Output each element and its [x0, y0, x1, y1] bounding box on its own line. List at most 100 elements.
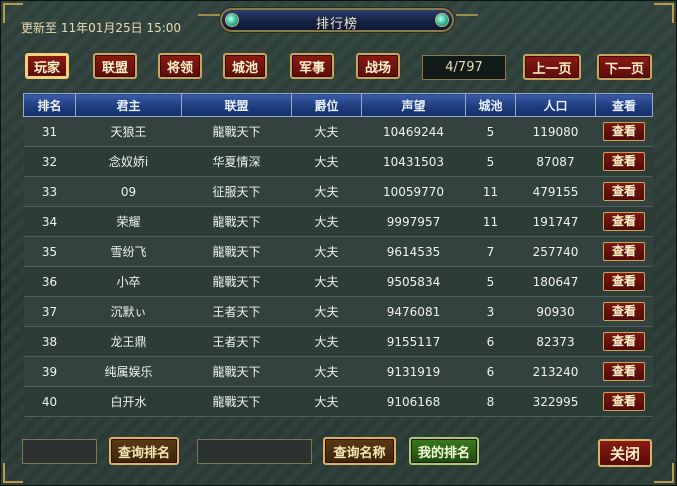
population-cell: 257740 — [515, 236, 596, 267]
title-ornament-right — [456, 14, 478, 16]
tab-players[interactable]: 玩家 — [25, 53, 69, 79]
prestige-cell: 10059770 — [361, 176, 466, 207]
view-button[interactable]: 查看 — [603, 182, 645, 201]
rank-cell: 36 — [23, 266, 76, 297]
rank-cell: 34 — [23, 206, 76, 237]
query-name-button[interactable]: 查询名称 — [323, 437, 396, 465]
corner-ornament — [654, 3, 674, 23]
col-header-title: 爵位 — [291, 93, 362, 117]
cities-cell: 6 — [465, 326, 516, 357]
col-header-population: 人口 — [515, 93, 596, 117]
lord-cell: 纯属娱乐 — [75, 356, 182, 387]
view-button[interactable]: 查看 — [603, 152, 645, 171]
rank-cell: 31 — [23, 116, 76, 147]
col-header-alliance: 联盟 — [181, 93, 292, 117]
view-cell: 查看 — [595, 176, 653, 207]
view-button[interactable]: 查看 — [603, 272, 645, 291]
table-row: 31 天狼王 龍戰天下 大夫 10469244 5 119080 查看 — [23, 116, 653, 147]
alliance-cell: 龍戰天下 — [181, 386, 292, 417]
view-button[interactable]: 查看 — [603, 212, 645, 231]
table-row: 36 小卒 龍戰天下 大夫 9505834 5 180647 查看 — [23, 266, 653, 297]
window-title: 排行榜 — [315, 17, 358, 32]
title-bar: 排行榜 — [220, 8, 454, 32]
table-row: 33 09 征服天下 大夫 10059770 11 479155 查看 — [23, 176, 653, 207]
page-indicator: 4/797 — [422, 55, 506, 80]
alliance-cell: 王者天下 — [181, 296, 292, 327]
name-search-input[interactable] — [197, 439, 312, 464]
view-button[interactable]: 查看 — [603, 332, 645, 351]
title-cell: 大夫 — [291, 176, 362, 207]
tab-alliances[interactable]: 联盟 — [93, 53, 137, 79]
title-cell: 大夫 — [291, 326, 362, 357]
alliance-cell: 王者天下 — [181, 326, 292, 357]
cities-cell: 11 — [465, 206, 516, 237]
cities-cell: 5 — [465, 116, 516, 147]
rank-cell: 38 — [23, 326, 76, 357]
rank-cell: 32 — [23, 146, 76, 177]
lord-cell: 09 — [75, 176, 182, 207]
view-button[interactable]: 查看 — [603, 302, 645, 321]
tab-cities[interactable]: 城池 — [223, 53, 267, 79]
lord-cell: 念奴娇i — [75, 146, 182, 177]
lord-cell: 龙王鼎 — [75, 326, 182, 357]
rank-cell: 33 — [23, 176, 76, 207]
title-cell: 大夫 — [291, 236, 362, 267]
col-header-view: 查看 — [595, 93, 653, 117]
table-row: 40 白开水 龍戰天下 大夫 9106168 8 322995 查看 — [23, 386, 653, 417]
cities-cell: 8 — [465, 386, 516, 417]
next-page-button[interactable]: 下一页 — [597, 54, 652, 80]
prestige-cell: 9614535 — [361, 236, 466, 267]
lord-cell: 沉默ぃ — [75, 296, 182, 327]
view-button[interactable]: 查看 — [603, 242, 645, 261]
title-cell: 大夫 — [291, 386, 362, 417]
alliance-cell: 龍戰天下 — [181, 206, 292, 237]
rank-search-input[interactable] — [22, 439, 97, 464]
prestige-cell: 9997957 — [361, 206, 466, 237]
close-button[interactable]: 关闭 — [598, 439, 652, 467]
population-cell: 191747 — [515, 206, 596, 237]
prestige-cell: 9131919 — [361, 356, 466, 387]
view-cell: 查看 — [595, 266, 653, 297]
update-time-label: 更新至 11年01月25日 15:00 — [21, 21, 182, 35]
title-cell: 大夫 — [291, 266, 362, 297]
title-cell: 大夫 — [291, 296, 362, 327]
corner-ornament — [3, 463, 23, 483]
tab-battlefield[interactable]: 战场 — [356, 53, 400, 79]
prestige-cell: 9155117 — [361, 326, 466, 357]
view-button[interactable]: 查看 — [603, 362, 645, 381]
table-row: 37 沉默ぃ 王者天下 大夫 9476081 3 90930 查看 — [23, 296, 653, 327]
view-cell: 查看 — [595, 356, 653, 387]
view-button[interactable]: 查看 — [603, 122, 645, 141]
tab-generals[interactable]: 将领 — [158, 53, 202, 79]
col-header-cities: 城池 — [465, 93, 516, 117]
prev-page-button[interactable]: 上一页 — [523, 54, 581, 80]
title-cell: 大夫 — [291, 116, 362, 147]
query-rank-button[interactable]: 查询排名 — [109, 437, 179, 465]
ranking-window: 更新至 11年01月25日 15:00 排行榜 玩家 联盟 将领 城池 军事 战… — [0, 0, 677, 486]
cities-cell: 5 — [465, 146, 516, 177]
title-cell: 大夫 — [291, 356, 362, 387]
alliance-cell: 龍戰天下 — [181, 356, 292, 387]
col-header-lord: 君主 — [75, 93, 182, 117]
view-cell: 查看 — [595, 116, 653, 147]
table-row: 35 雪纷飞 龍戰天下 大夫 9614535 7 257740 查看 — [23, 236, 653, 267]
lord-cell: 天狼王 — [75, 116, 182, 147]
population-cell: 82373 — [515, 326, 596, 357]
view-cell: 查看 — [595, 206, 653, 237]
my-rank-button[interactable]: 我的排名 — [409, 437, 479, 465]
col-header-prestige: 声望 — [361, 93, 466, 117]
table-row: 32 念奴娇i 华夏情深 大夫 10431503 5 87087 查看 — [23, 146, 653, 177]
alliance-cell: 龍戰天下 — [181, 236, 292, 267]
table-row: 39 纯属娱乐 龍戰天下 大夫 9131919 6 213240 查看 — [23, 356, 653, 387]
view-button[interactable]: 查看 — [603, 392, 645, 411]
population-cell: 90930 — [515, 296, 596, 327]
alliance-cell: 龍戰天下 — [181, 116, 292, 147]
prestige-cell: 9505834 — [361, 266, 466, 297]
prestige-cell: 10431503 — [361, 146, 466, 177]
prestige-cell: 10469244 — [361, 116, 466, 147]
tab-military[interactable]: 军事 — [290, 53, 334, 79]
lord-cell: 小卒 — [75, 266, 182, 297]
population-cell: 479155 — [515, 176, 596, 207]
ranking-table: 排名 君主 联盟 爵位 声望 城池 人口 查看 31 天狼王 龍戰天下 大夫 10469… — [23, 93, 653, 417]
population-cell: 322995 — [515, 386, 596, 417]
